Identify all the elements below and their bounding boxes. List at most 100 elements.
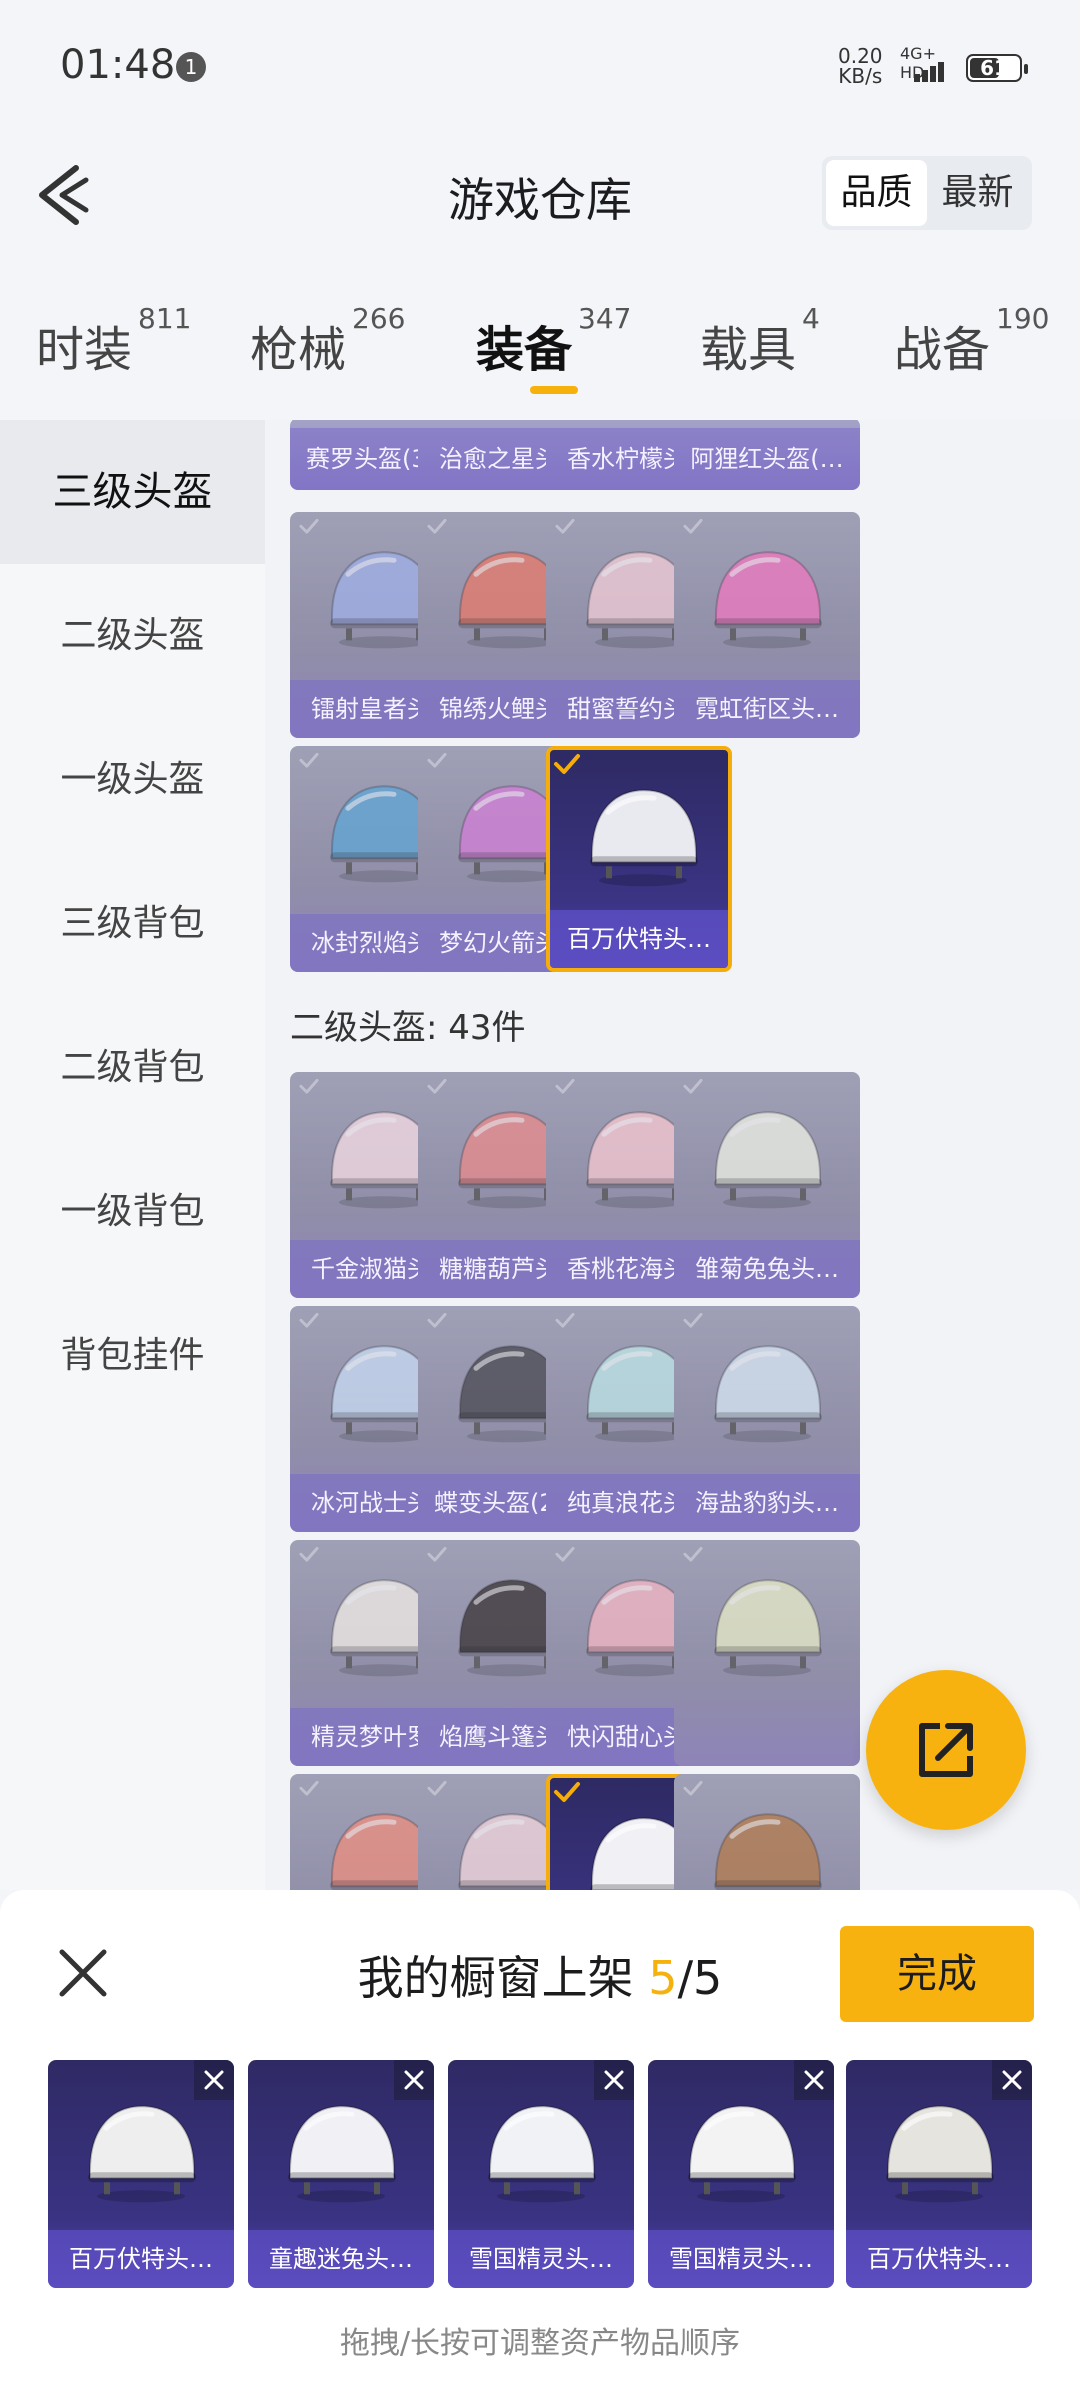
selected-marker — [550, 1778, 584, 1808]
item-name: 雏菊兔兔头… — [674, 1240, 860, 1298]
item-card[interactable]: 阿狸红头盔(… — [674, 420, 860, 490]
check-icon — [683, 1312, 703, 1328]
helmet-icon — [714, 1111, 822, 1209]
tab-label: 时装 — [36, 322, 133, 378]
check-icon — [427, 1780, 447, 1796]
unselected-marker — [296, 1076, 322, 1096]
helmet-icon — [590, 789, 698, 887]
check-icon — [427, 1312, 447, 1328]
showcase-slot[interactable]: 雪国精灵头… — [648, 2060, 834, 2288]
item-name: 雪国精灵头… — [648, 2230, 834, 2288]
unselected-marker — [296, 750, 322, 770]
status-time: 01:48 — [60, 42, 176, 88]
sidebar-item-backpack-charm[interactable]: 背包挂件 — [0, 1284, 265, 1428]
item-card[interactable]: 雏菊兔兔头… — [674, 1072, 860, 1298]
tab-equipment[interactable]: 装备347 — [476, 302, 631, 380]
unselected-marker — [552, 1544, 578, 1564]
check-icon — [299, 1312, 319, 1328]
status-bar: 01:48 1 0.20 KB/s 4G+ HD 61 — [0, 0, 1080, 140]
unselected-marker — [552, 1310, 578, 1330]
showcase-slot[interactable]: 百万伏特头… — [48, 2060, 234, 2288]
sidebar-item-level3-helmet[interactable]: 三级头盔 — [0, 420, 265, 564]
close-icon — [804, 2070, 824, 2090]
showcase-slot[interactable]: 童趣迷兔头… — [248, 2060, 434, 2288]
tab-vehicles[interactable]: 载具4 — [700, 302, 820, 380]
item-card[interactable]: 霓虹街区头… — [674, 512, 860, 738]
unselected-marker — [296, 1544, 322, 1564]
sidebar-item-level3-backpack[interactable]: 三级背包 — [0, 852, 265, 996]
unselected-marker — [424, 1076, 450, 1096]
item-name: 阿狸红头盔(… — [674, 428, 860, 490]
section-title-level2-helmet: 二级头盔: 43件 — [290, 1008, 526, 1048]
item-card[interactable]: 百万伏特头… — [546, 746, 732, 972]
check-icon — [299, 1078, 319, 1094]
showcase-total: /5 — [677, 1951, 723, 2005]
share-fab[interactable] — [866, 1670, 1026, 1830]
check-icon — [299, 1780, 319, 1796]
sort-toggle: 品质 最新 — [822, 156, 1032, 230]
unselected-marker — [424, 1778, 450, 1798]
item-card[interactable]: 海盐豹豹头… — [674, 1306, 860, 1532]
tab-count: 347 — [578, 302, 632, 335]
unselected-marker — [552, 516, 578, 536]
tab-count: 4 — [802, 302, 820, 335]
unselected-marker — [424, 750, 450, 770]
app-header: 游戏仓库 品质 最新 — [0, 140, 1080, 250]
sidebar-item-level2-helmet[interactable]: 二级头盔 — [0, 564, 265, 708]
unselected-marker — [680, 1310, 706, 1330]
remove-slot-button[interactable] — [594, 2060, 634, 2100]
notification-badge: 1 — [176, 52, 206, 82]
check-icon — [554, 754, 580, 774]
showcase-heading-label: 我的橱窗上架 — [357, 1951, 649, 2005]
selected-marker — [550, 750, 584, 780]
sidebar-item-level1-backpack[interactable]: 一级背包 — [0, 1140, 265, 1284]
unselected-marker — [296, 1778, 322, 1798]
item-name: 雪国精灵头… — [448, 2230, 634, 2288]
tab-combat-gear[interactable]: 战备190 — [894, 302, 1049, 380]
tab-label: 载具 — [700, 322, 797, 378]
close-icon — [604, 2070, 624, 2090]
check-icon — [427, 1078, 447, 1094]
unselected-marker — [552, 1076, 578, 1096]
share-icon — [919, 1723, 973, 1777]
check-icon — [683, 518, 703, 534]
check-icon — [683, 1078, 703, 1094]
battery-level: 61 — [980, 56, 1008, 80]
showcase-count: 5 — [648, 1951, 678, 2005]
check-icon — [299, 1546, 319, 1562]
unselected-marker — [680, 1544, 706, 1564]
sort-quality-button[interactable]: 品质 — [826, 160, 927, 226]
remove-slot-button[interactable] — [794, 2060, 834, 2100]
sidebar-item-level1-helmet[interactable]: 一级头盔 — [0, 708, 265, 852]
close-icon — [404, 2070, 424, 2090]
showcase-slot[interactable]: 百万伏特头… — [846, 2060, 1032, 2288]
tab-label: 枪械 — [250, 322, 347, 378]
item-card[interactable] — [674, 1774, 860, 1890]
tab-guns[interactable]: 枪械266 — [250, 302, 405, 380]
helmet-icon — [714, 1579, 822, 1677]
done-button[interactable]: 完成 — [840, 1926, 1034, 2022]
sidebar-item-level2-backpack[interactable]: 二级背包 — [0, 996, 265, 1140]
unselected-marker — [296, 1310, 322, 1330]
tab-indicator — [530, 386, 578, 394]
sort-latest-button[interactable]: 最新 — [927, 160, 1028, 226]
item-name: 海盐豹豹头… — [674, 1474, 860, 1532]
signal-icon: 4G+ HD — [900, 44, 954, 84]
item-grid: 赛罗头盔(3级) 治愈之星头… 香水柠檬头… 阿狸红头盔(… 镭射皇者头… 锦绣火鲤头… 甜… — [265, 420, 1080, 1890]
remove-slot-button[interactable] — [992, 2060, 1032, 2100]
item-name: 百万伏特头… — [846, 2230, 1032, 2288]
check-icon — [555, 1546, 575, 1562]
tab-label: 战备 — [894, 322, 991, 378]
check-icon — [554, 1782, 580, 1802]
check-icon — [555, 518, 575, 534]
tab-label: 装备 — [476, 322, 573, 378]
remove-slot-button[interactable] — [194, 2060, 234, 2100]
check-icon — [299, 752, 319, 768]
showcase-slot[interactable]: 雪国精灵头… — [448, 2060, 634, 2288]
check-icon — [683, 1546, 703, 1562]
tab-fashion[interactable]: 时装811 — [36, 302, 191, 380]
item-card[interactable] — [674, 1540, 860, 1766]
unselected-marker — [424, 1544, 450, 1564]
remove-slot-button[interactable] — [394, 2060, 434, 2100]
tab-count: 811 — [138, 302, 192, 335]
